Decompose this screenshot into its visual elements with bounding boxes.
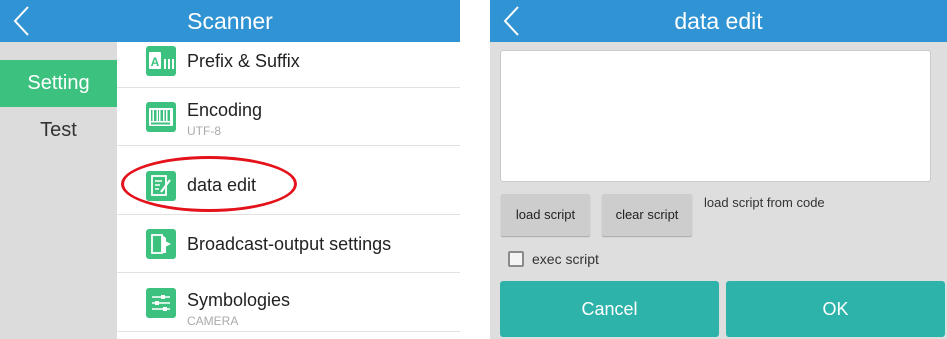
prefix-suffix-icon: A: [146, 46, 176, 76]
exec-script-checkbox[interactable]: [508, 251, 524, 267]
tab-test[interactable]: Test: [0, 107, 117, 154]
load-script-button[interactable]: load script: [501, 194, 590, 236]
item-label: data edit: [187, 175, 257, 195]
ok-button[interactable]: OK: [726, 281, 945, 337]
item-label: Symbologies: [187, 290, 291, 310]
tab-setting[interactable]: Setting: [0, 60, 117, 107]
item-label: Encoding: [187, 100, 263, 120]
load-script-hint: load script from code: [704, 195, 825, 210]
clear-script-button[interactable]: clear script: [602, 194, 692, 236]
data-edit-header: data edit: [490, 0, 947, 42]
settings-list: A Prefix & Suffix Encoding UTF-8 data ed…: [117, 42, 460, 339]
exec-script-label: exec script: [532, 251, 599, 267]
list-item-symbologies[interactable]: Symbologies CAMERA: [117, 274, 460, 332]
output-door-icon: [146, 229, 176, 259]
page-title: data edit: [674, 8, 763, 34]
data-edit-screen: data edit load script clear script load …: [490, 0, 947, 339]
page-title: Scanner: [187, 8, 273, 34]
barcode-icon: [146, 102, 176, 132]
script-text-area[interactable]: [500, 50, 931, 182]
edit-document-icon: [146, 171, 176, 201]
item-label: Broadcast-output settings: [187, 234, 392, 254]
list-item-data-edit[interactable]: data edit: [117, 157, 460, 215]
item-subtitle: CAMERA: [187, 314, 239, 328]
sliders-icon: [146, 288, 176, 318]
item-label: Prefix & Suffix: [187, 51, 300, 71]
scanner-header: Scanner: [0, 0, 460, 42]
list-item-encoding[interactable]: Encoding UTF-8: [117, 88, 460, 146]
scanner-screen: Scanner Setting Test A Prefix & Suffix E…: [0, 0, 460, 339]
side-tabs: Setting Test: [0, 42, 117, 339]
cancel-button[interactable]: Cancel: [500, 281, 719, 337]
item-subtitle: UTF-8: [187, 124, 221, 138]
svg-text:A: A: [151, 55, 160, 69]
list-item-broadcast-output[interactable]: Broadcast-output settings: [117, 215, 460, 273]
screenshot-composite: Scanner Setting Test A Prefix & Suffix E…: [0, 0, 947, 339]
list-item-prefix-suffix[interactable]: A Prefix & Suffix: [117, 42, 460, 88]
